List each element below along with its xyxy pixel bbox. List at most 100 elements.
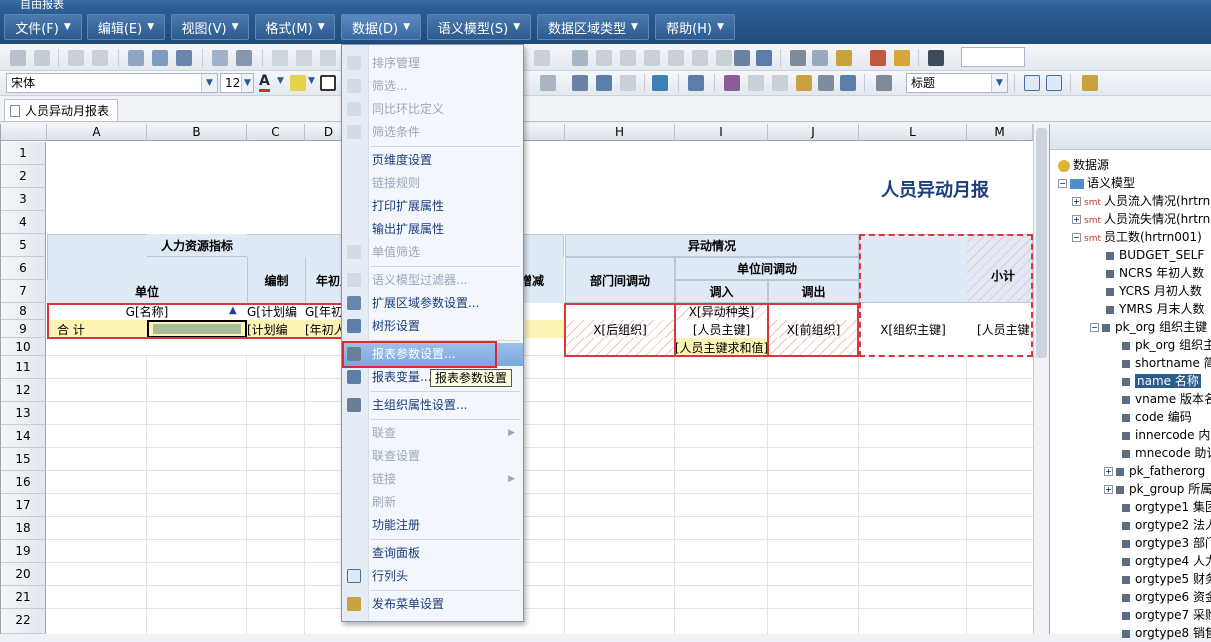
tree-node-field[interactable]: orgtype2 法人: [1122, 516, 1211, 534]
format-painter-icon[interactable]: [894, 50, 910, 66]
menu-item-query-panel[interactable]: 查询面板: [342, 542, 523, 565]
cell-change-info[interactable]: 异动情况: [565, 234, 859, 257]
row-header[interactable]: 18: [1, 517, 46, 540]
row-header[interactable]: 10: [1, 338, 46, 356]
row-header[interactable]: 8: [1, 303, 46, 320]
row-header[interactable]: 11: [1, 356, 46, 379]
menu-item-output-ext[interactable]: 输出扩展属性: [342, 218, 523, 241]
expand-icon[interactable]: +: [1072, 215, 1081, 224]
cell-unit[interactable]: 单位: [47, 280, 247, 303]
print-preview-icon[interactable]: [212, 50, 228, 66]
menu-edit[interactable]: 编辑(E) ▼: [87, 14, 165, 40]
cell-subtotal[interactable]: 小计: [991, 264, 1033, 287]
clear-icon[interactable]: [870, 50, 886, 66]
menu-item-page-dimension[interactable]: 页维度设置: [342, 149, 523, 172]
row-header[interactable]: 7: [1, 280, 46, 303]
menu-semantic-model[interactable]: 语义模型(S) ▼: [427, 14, 531, 40]
menu-item-single-filter[interactable]: 单值筛选: [342, 241, 523, 264]
merge-icon[interactable]: [716, 50, 732, 66]
row-header[interactable]: 21: [1, 586, 46, 609]
tree-node-field-selected[interactable]: name 名称: [1122, 372, 1201, 390]
fill-color-icon[interactable]: [290, 75, 306, 91]
tree-node-field[interactable]: + pk_fatherorg: [1104, 462, 1205, 480]
menu-item-model-filter[interactable]: 语义模型过滤器...: [342, 269, 523, 292]
copy-icon[interactable]: [812, 50, 828, 66]
find-input[interactable]: [961, 47, 1025, 67]
zoom-icon[interactable]: [176, 50, 192, 66]
tree-node-smt[interactable]: + smt 人员流失情况(hrtrn0: [1072, 210, 1211, 228]
print-icon[interactable]: [236, 50, 252, 66]
row-header[interactable]: 16: [1, 471, 46, 494]
row-header[interactable]: 3: [1, 188, 46, 211]
delete-icon[interactable]: [692, 50, 708, 66]
row-header[interactable]: 1: [1, 142, 46, 165]
menu-item-extend-param[interactable]: 扩展区域参数设置...: [342, 292, 523, 315]
col-header-j[interactable]: J: [768, 124, 859, 141]
collapse-icon[interactable]: −: [1072, 233, 1081, 242]
expand-icon[interactable]: +: [1072, 197, 1081, 206]
col-header-c[interactable]: C: [247, 124, 305, 141]
object-icon[interactable]: [620, 75, 636, 91]
col-header-h[interactable]: H: [565, 124, 675, 141]
cell-i10-field[interactable]: [人员主键求和值]: [675, 338, 768, 356]
menu-item-drill[interactable]: 联查 ▶: [342, 422, 523, 445]
cell-icon[interactable]: [644, 50, 660, 66]
chevron-down-icon[interactable]: ▼: [201, 74, 217, 92]
chevron-down-icon[interactable]: ▼: [277, 76, 284, 86]
expand-icon[interactable]: +: [1104, 467, 1113, 476]
redo-icon[interactable]: [92, 50, 108, 66]
find-icon[interactable]: [928, 50, 944, 66]
picture-icon[interactable]: [596, 75, 612, 91]
tree-node-field[interactable]: pk_org 组织主: [1122, 336, 1211, 354]
save-all-icon[interactable]: [34, 50, 50, 66]
tree-node-field[interactable]: code 编码: [1122, 408, 1192, 426]
tree-node-field[interactable]: BUDGET_SELF: [1106, 246, 1204, 264]
font-name-combo[interactable]: 宋体 ▼: [6, 73, 218, 93]
sheet-corner[interactable]: [1, 124, 47, 141]
paste-icon[interactable]: [836, 50, 852, 66]
row-header[interactable]: 13: [1, 402, 46, 425]
col-header-a[interactable]: A: [47, 124, 147, 141]
settings-icon[interactable]: [876, 75, 892, 91]
align-icon[interactable]: [540, 75, 556, 91]
tree-node-field[interactable]: mnecode 助记: [1122, 444, 1211, 462]
vertical-scrollbar[interactable]: [1033, 124, 1048, 634]
tree-node-field[interactable]: orgtype3 部门: [1122, 534, 1211, 552]
chevron-down-icon[interactable]: ▼: [241, 74, 253, 92]
menu-file[interactable]: 文件(F) ▼: [4, 14, 82, 40]
grid-icon[interactable]: [572, 50, 588, 66]
menu-item-refresh[interactable]: 刷新: [342, 491, 523, 514]
query-icon[interactable]: [840, 75, 856, 91]
spreadsheet[interactable]: A B C D E F H I J L M 1 2 3 4 5 6 7 8 9 …: [0, 124, 1048, 634]
tree-node-field[interactable]: shortname 简: [1122, 354, 1211, 372]
cell-dept-transfer[interactable]: 部门间调动: [565, 257, 675, 303]
menu-item-function-register[interactable]: 功能注册: [342, 514, 523, 537]
cell-hr-indicator[interactable]: 人力资源指标: [147, 234, 247, 257]
menu-item-yoy-define[interactable]: 同比环比定义: [342, 98, 523, 121]
sort-icon[interactable]: [272, 50, 288, 66]
col-header-i[interactable]: I: [675, 124, 768, 141]
undo-icon[interactable]: [68, 50, 84, 66]
menu-item-link-rule[interactable]: 链接规则: [342, 172, 523, 195]
list-icon[interactable]: [734, 50, 750, 66]
collapse-icon[interactable]: −: [1058, 179, 1067, 188]
menu-format[interactable]: 格式(M) ▼: [255, 14, 335, 40]
row-header[interactable]: 4: [1, 211, 46, 234]
fit-icon[interactable]: [1046, 75, 1062, 91]
cut-icon[interactable]: [790, 50, 806, 66]
row-header[interactable]: 6: [1, 257, 46, 280]
menu-help[interactable]: 帮助(H) ▼: [655, 14, 735, 40]
row-header[interactable]: 9: [1, 320, 46, 338]
tree-node-field[interactable]: orgtype5 财务: [1122, 570, 1211, 588]
row-header[interactable]: 17: [1, 494, 46, 517]
frame-icon[interactable]: [1024, 75, 1040, 91]
cell-g9[interactable]: [525, 320, 564, 338]
tree-node-field[interactable]: − pk_org 组织主键: [1090, 318, 1207, 336]
tree-node-field[interactable]: orgtype1 集团: [1122, 498, 1211, 516]
col-header-l[interactable]: L: [859, 124, 967, 141]
link-icon[interactable]: [596, 50, 612, 66]
row-header[interactable]: 20: [1, 563, 46, 586]
column-icon[interactable]: [724, 75, 740, 91]
filter-icon[interactable]: [296, 50, 312, 66]
menu-item-drill-setting[interactable]: 联查设置: [342, 445, 523, 468]
